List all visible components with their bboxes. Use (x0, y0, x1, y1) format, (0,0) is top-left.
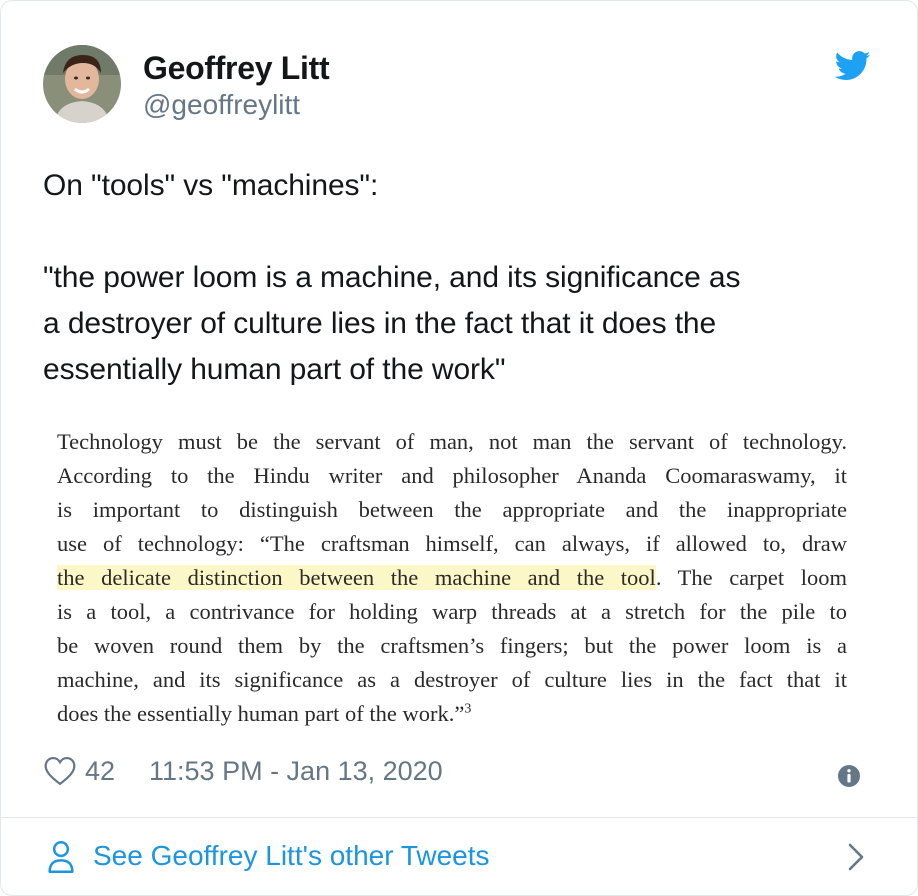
excerpt-line: is important to distinguish between the … (57, 497, 847, 522)
avatar[interactable] (43, 45, 121, 123)
see-other-tweets-link[interactable]: See Geoffrey Litt's other Tweets (1, 818, 917, 895)
excerpt-line-highlighted: the delicate distinction between the mac… (57, 561, 847, 595)
heart-icon (44, 756, 76, 786)
tweet-timestamp[interactable]: 11:53 PM - Jan 13, 2020 (149, 751, 443, 791)
excerpt-line: use of technology: “The craftsman himsel… (57, 531, 847, 556)
author-names: Geoffrey Litt @geoffreylitt (143, 49, 330, 123)
see-other-tweets-label: See Geoffrey Litt's other Tweets (93, 840, 490, 871)
tweet-quote-line: essentially human part of the work" (43, 353, 506, 386)
tweet-card: Geoffrey Litt @geoffreylitt On "tools" v… (0, 0, 918, 896)
twitter-bird-icon[interactable] (834, 51, 871, 86)
user-icon (47, 840, 75, 879)
excerpt-line-last: does the essentially human part of the w… (57, 697, 847, 731)
book-excerpt-text: Technology must be the servant of man, n… (57, 425, 847, 731)
footnote-marker: 3 (464, 701, 472, 717)
author-handle[interactable]: @geoffreylitt (143, 87, 329, 123)
tweet-text: On "tools" vs "machines": "the power loo… (43, 163, 877, 393)
excerpt-line: be woven round them by the craftsmen’s f… (57, 633, 847, 658)
tweet-quote-line: "the power loom is a machine, and its si… (43, 261, 741, 294)
tweet-quote-line: a destroyer of culture lies in the fact … (43, 307, 717, 340)
info-icon[interactable] (837, 759, 861, 799)
chevron-right-icon (847, 842, 865, 877)
excerpt-line: According to the Hindu writer and philos… (57, 463, 847, 488)
excerpt-text: . The carpet loom (655, 565, 847, 590)
book-excerpt-image[interactable]: Technology must be the servant of man, n… (43, 415, 879, 735)
like-button[interactable]: 42 (43, 751, 115, 791)
tweet-intro: On "tools" vs "machines": (43, 169, 379, 202)
like-count: 42 (85, 756, 116, 786)
excerpt-line: Technology must be the servant of man, n… (57, 429, 847, 454)
excerpt-line: machine, and its significance as a destr… (57, 667, 847, 692)
highlighted-text: the delicate distinction between the mac… (57, 565, 656, 590)
excerpt-text: does the essentially human part of the w… (57, 701, 465, 726)
author-name[interactable]: Geoffrey Litt (143, 49, 330, 87)
tweet-header: Geoffrey Litt @geoffreylitt (43, 45, 877, 125)
tweet-meta: 42 11:53 PM - Jan 13, 2020 (43, 751, 877, 791)
excerpt-line: is a tool, a contrivance for holding war… (57, 599, 847, 624)
